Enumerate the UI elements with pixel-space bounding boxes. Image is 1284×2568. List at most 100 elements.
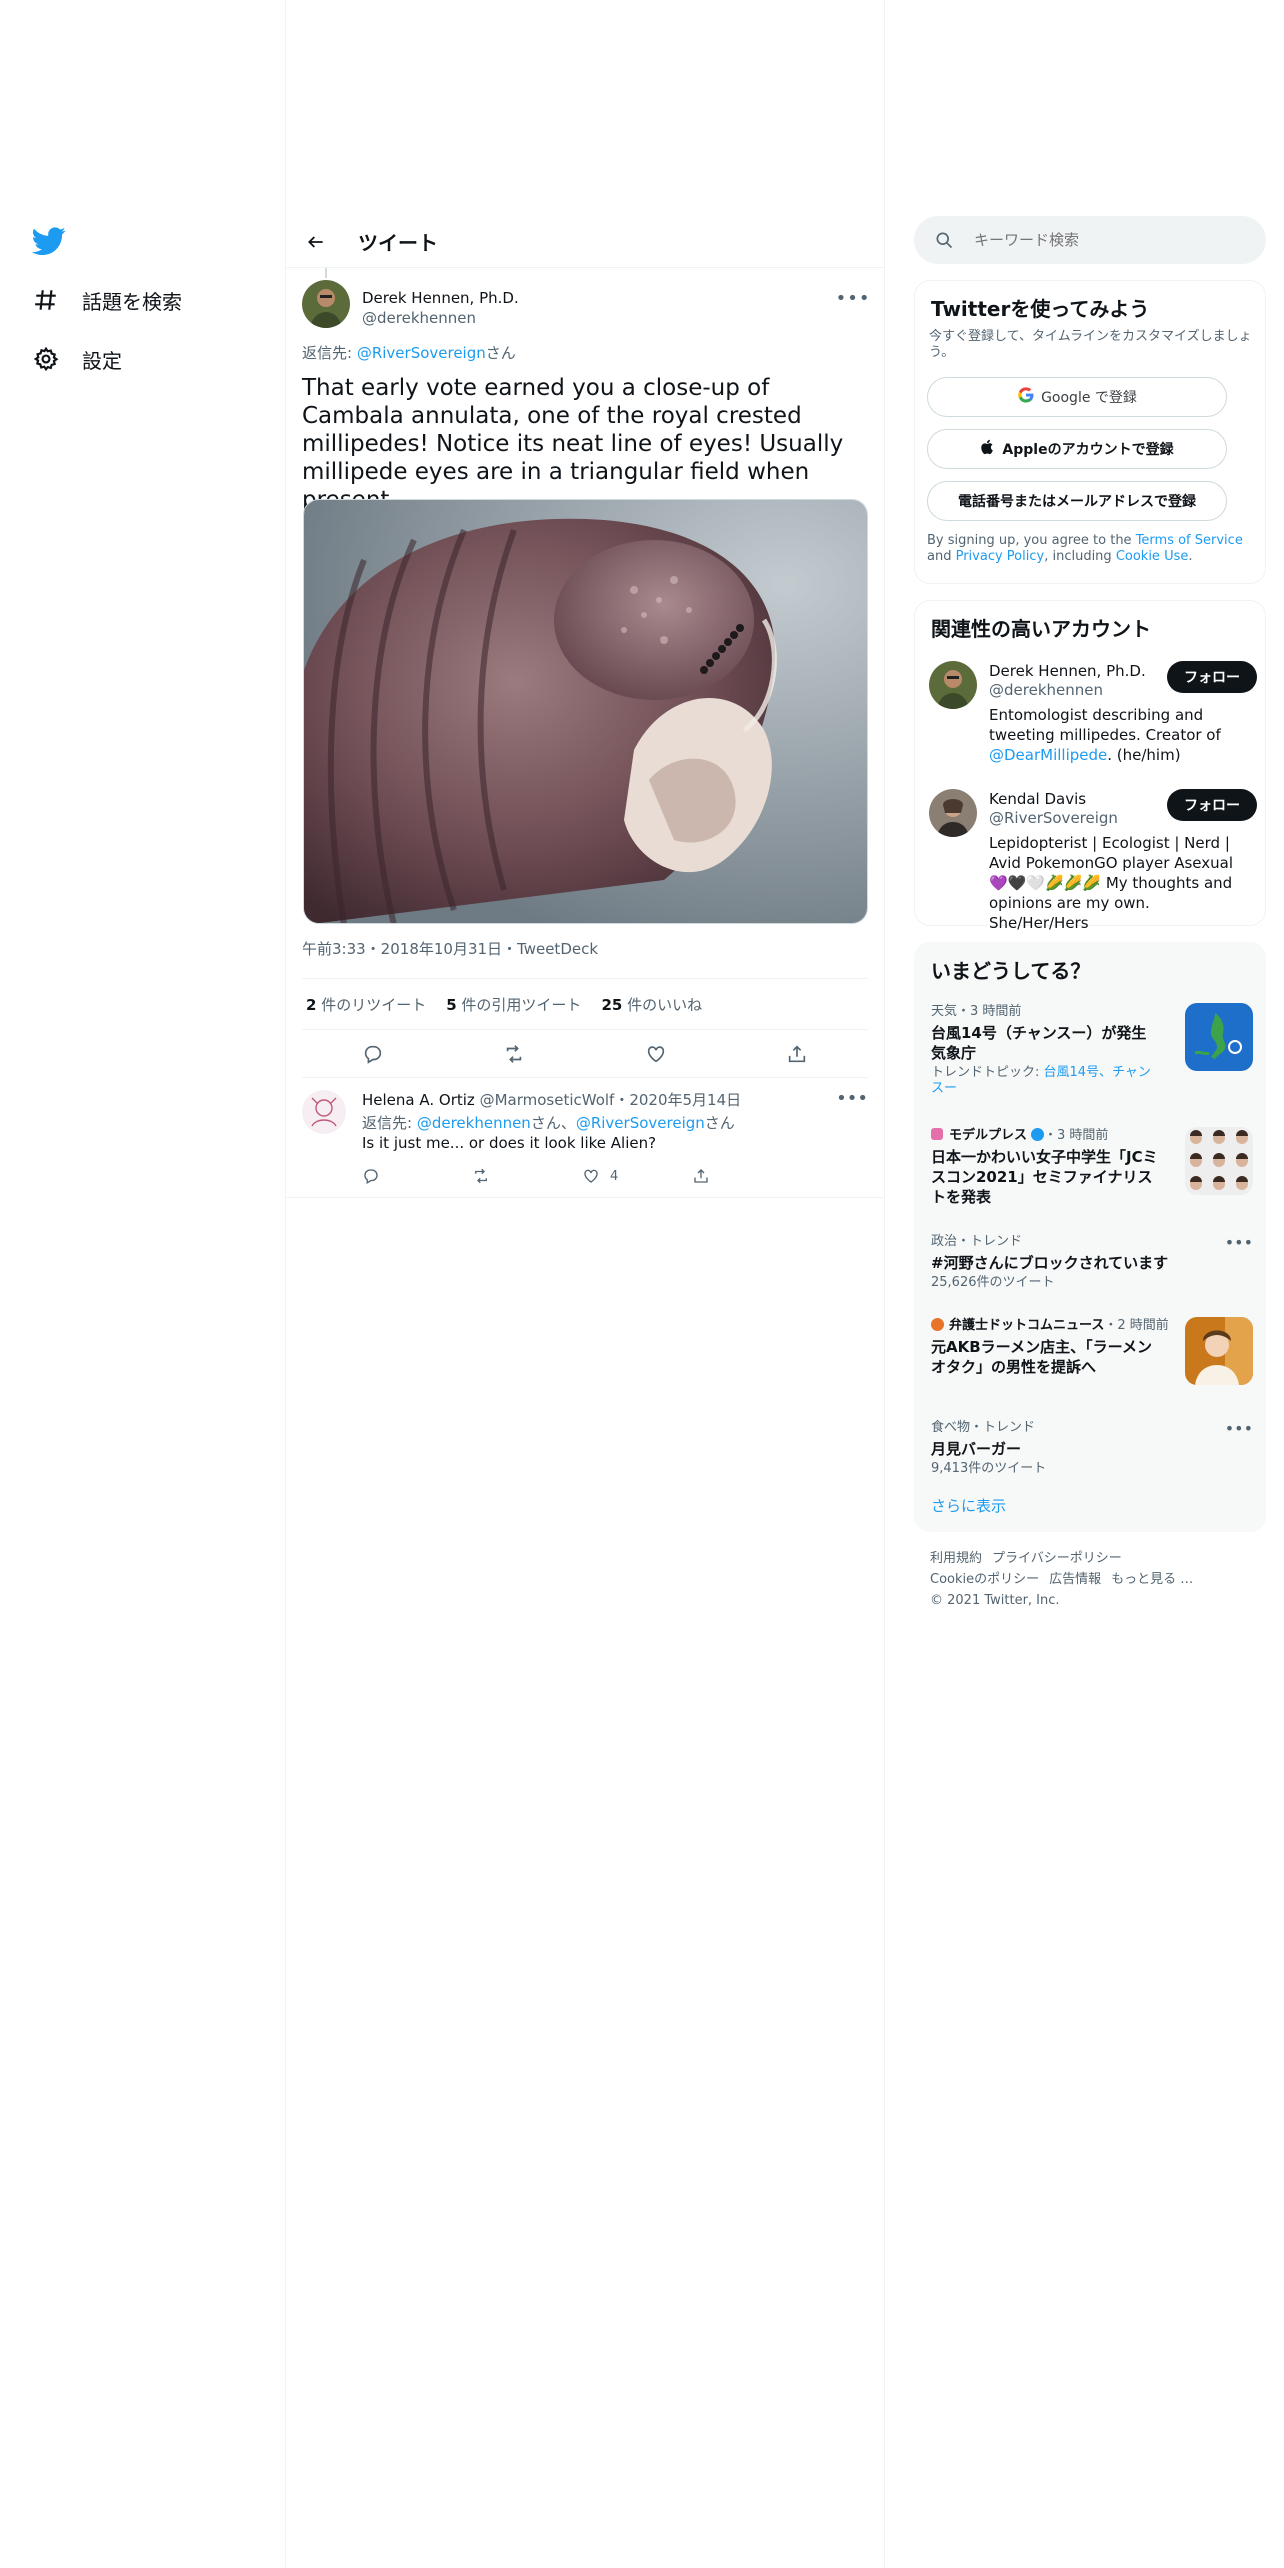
reply-icon[interactable] [362,1167,472,1185]
more-options-icon[interactable]: ••• [836,286,870,310]
like-icon[interactable] [639,1037,673,1071]
retweets-stat[interactable]: 2 件のリツイート [306,994,426,1015]
reply-to-line: 返信先: @RiverSovereignさん [302,342,516,363]
retweet-icon[interactable] [497,1037,531,1071]
reply-prefix: 返信先: [362,1114,417,1132]
legal-including: , including [1044,549,1116,564]
weather-map-thumbnail[interactable] [1185,1003,1253,1071]
footer-cookie-link[interactable]: Cookieのポリシー [930,1572,1039,1587]
footer-terms-link[interactable]: 利用規約 [930,1551,982,1566]
trend-time: ・3 時間前 [1044,1128,1109,1143]
page-header: ツイート [286,216,884,268]
footer-ads-link[interactable]: 広告情報 [1049,1572,1101,1587]
account-name[interactable]: Kendal Davis [989,789,1086,809]
trend-item[interactable]: 弁護士ドットコムニュース・2 時間前 元AKBラーメン店主、「ラーメンオタク」の… [931,1317,1253,1385]
reply-date[interactable]: ・2020年5月14日 [614,1091,741,1109]
trend-source: 弁護士ドットコムニュース [949,1318,1105,1333]
retweets-count: 2 [306,995,317,1014]
follow-button[interactable]: フォロー [1167,661,1257,693]
nav-explore[interactable]: 話題を検索 [32,280,182,320]
bio-mention-link[interactable]: @DearMillipede [989,746,1107,764]
like-icon[interactable]: 4 [582,1167,692,1185]
left-nav: 話題を検索 設定 [0,0,285,2568]
tweet-stats: 2 件のリツイート 5 件の引用ツイート 25 件のいいね [302,978,868,1030]
likes-stat[interactable]: 25 件のいいね [601,994,702,1015]
legal-and: and [927,549,956,564]
trend-title: 元AKBラーメン店主、「ラーメンオタク」の男性を提訴へ [931,1338,1152,1376]
mention-separator: さん、 [530,1114,576,1132]
footer-privacy-link[interactable]: プライバシーポリシー [992,1551,1122,1566]
ramen-owner-thumbnail[interactable] [1185,1317,1253,1385]
twitter-logo-icon[interactable] [31,224,66,258]
quotes-stat[interactable]: 5 件の引用ツイート [446,994,581,1015]
nav-settings-label: 設定 [82,348,122,373]
tweet-text: That early vote earned you a close-up of… [302,375,844,513]
avatar[interactable] [302,1090,346,1134]
verified-icon [1031,1128,1045,1141]
apple-icon [980,438,996,460]
reply-text: Is it just me... or does it look like Al… [362,1134,657,1152]
share-icon[interactable] [780,1037,814,1071]
phone-email-signup-button[interactable]: 電話番号またはメールアドレスで登録 [927,481,1227,521]
google-signup-button[interactable]: Google で登録 [927,377,1227,417]
trend-item[interactable]: モデルプレス ・3 時間前 日本一かわいい女子中学生「JCミスコン2021」セミフ… [931,1127,1253,1207]
apple-signup-button[interactable]: Appleのアカウントで登録 [927,429,1227,469]
mention-link[interactable]: @derekhennen [417,1114,531,1132]
reply-tweet[interactable]: Helena A. Ortiz @MarmoseticWolf・2020年5月1… [286,1078,884,1198]
contestants-grid-thumbnail[interactable] [1185,1127,1253,1195]
account-name[interactable]: Derek Hennen, Ph.D. [989,661,1146,681]
quotes-label: 件の引用ツイート [456,995,582,1014]
terms-link[interactable]: Terms of Service [1136,533,1243,548]
phone-signup-label: 電話番号またはメールアドレスで登録 [958,494,1196,510]
footer-copyright: © 2021 Twitter, Inc. [930,1593,1060,1608]
show-more-link[interactable]: さらに表示 [931,1495,1006,1516]
bio-suffix: . (he/him) [1107,746,1181,764]
retweets-label: 件のリツイート [316,995,427,1014]
more-options-icon[interactable]: ••• [836,1088,868,1109]
hashtag-icon [32,286,60,314]
follow-button[interactable]: フォロー [1167,789,1257,821]
main-column: ツイート Derek Hennen, Ph.D. @derekhennen ••… [285,0,885,2568]
search-input[interactable] [974,231,1234,249]
author-handle[interactable]: @derekhennen [362,308,519,328]
privacy-link[interactable]: Privacy Policy [956,549,1045,564]
signup-title: Twitterを使ってみよう [931,297,1150,321]
search-box[interactable] [914,216,1266,264]
author-names[interactable]: Derek Hennen, Ph.D. @derekhennen [362,288,519,328]
account-handle[interactable]: @derekhennen [989,681,1103,699]
reply-icon[interactable] [356,1037,390,1071]
trend-title: #河野さんにブロックされています [931,1254,1169,1272]
avatar[interactable] [929,661,977,709]
trend-item[interactable]: 政治・トレンド #河野さんにブロックされています 25,626件のツイート ••… [931,1233,1253,1291]
avatar[interactable] [929,789,977,837]
account-handle[interactable]: @RiverSovereign [989,809,1118,827]
trend-title: 台風14号（チャンスー）が発生 気象庁 [931,1024,1147,1062]
tweet-timestamp[interactable]: 午前3:33・2018年10月31日・TweetDeck [302,938,598,959]
signup-card: Twitterを使ってみよう 今すぐ登録して、タイムラインをカスタマイズしましょ… [914,280,1266,584]
likes-label: 件のいいね [622,995,703,1014]
trend-item[interactable]: 食べ物・トレンド 月見バーガー 9,413件のツイート ••• [931,1419,1253,1477]
mention-link[interactable]: @RiverSovereign [576,1114,705,1132]
nav-settings[interactable]: 設定 [32,339,122,379]
page-title: ツイート [358,231,438,255]
reply-actions: 4 [362,1164,802,1188]
retweet-icon[interactable] [472,1167,582,1185]
trend-item[interactable]: 天気・3 時間前 台風14号（チャンスー）が発生 気象庁 トレンドトピック: 台… [931,1003,1253,1097]
trend-meta: 政治・トレンド [931,1234,1023,1249]
more-options-icon[interactable]: ••• [1225,1419,1253,1438]
more-options-icon[interactable]: ••• [1225,1233,1253,1252]
millipede-photo[interactable] [303,499,868,924]
share-icon[interactable] [692,1167,802,1185]
trend-sub: トレンドトピック: 台風14号、チャンスー [931,1065,1163,1097]
reply-mention-link[interactable]: @RiverSovereign [357,344,486,362]
footer-more-link[interactable]: もっと見る … [1111,1572,1193,1587]
signup-legal: By signing up, you agree to the Terms of… [927,533,1253,565]
trend-title: 月見バーガー [931,1440,1022,1458]
avatar[interactable] [302,280,350,328]
author-name[interactable]: Derek Hennen, Ph.D. [362,288,519,308]
reply-author-handle[interactable]: @MarmoseticWolf [480,1091,615,1109]
reply-author-name[interactable]: Helena A. Ortiz [362,1091,475,1109]
cookie-link[interactable]: Cookie Use [1116,549,1189,564]
relevant-title: 関連性の高いアカウント [931,617,1151,641]
back-button[interactable] [298,224,334,260]
